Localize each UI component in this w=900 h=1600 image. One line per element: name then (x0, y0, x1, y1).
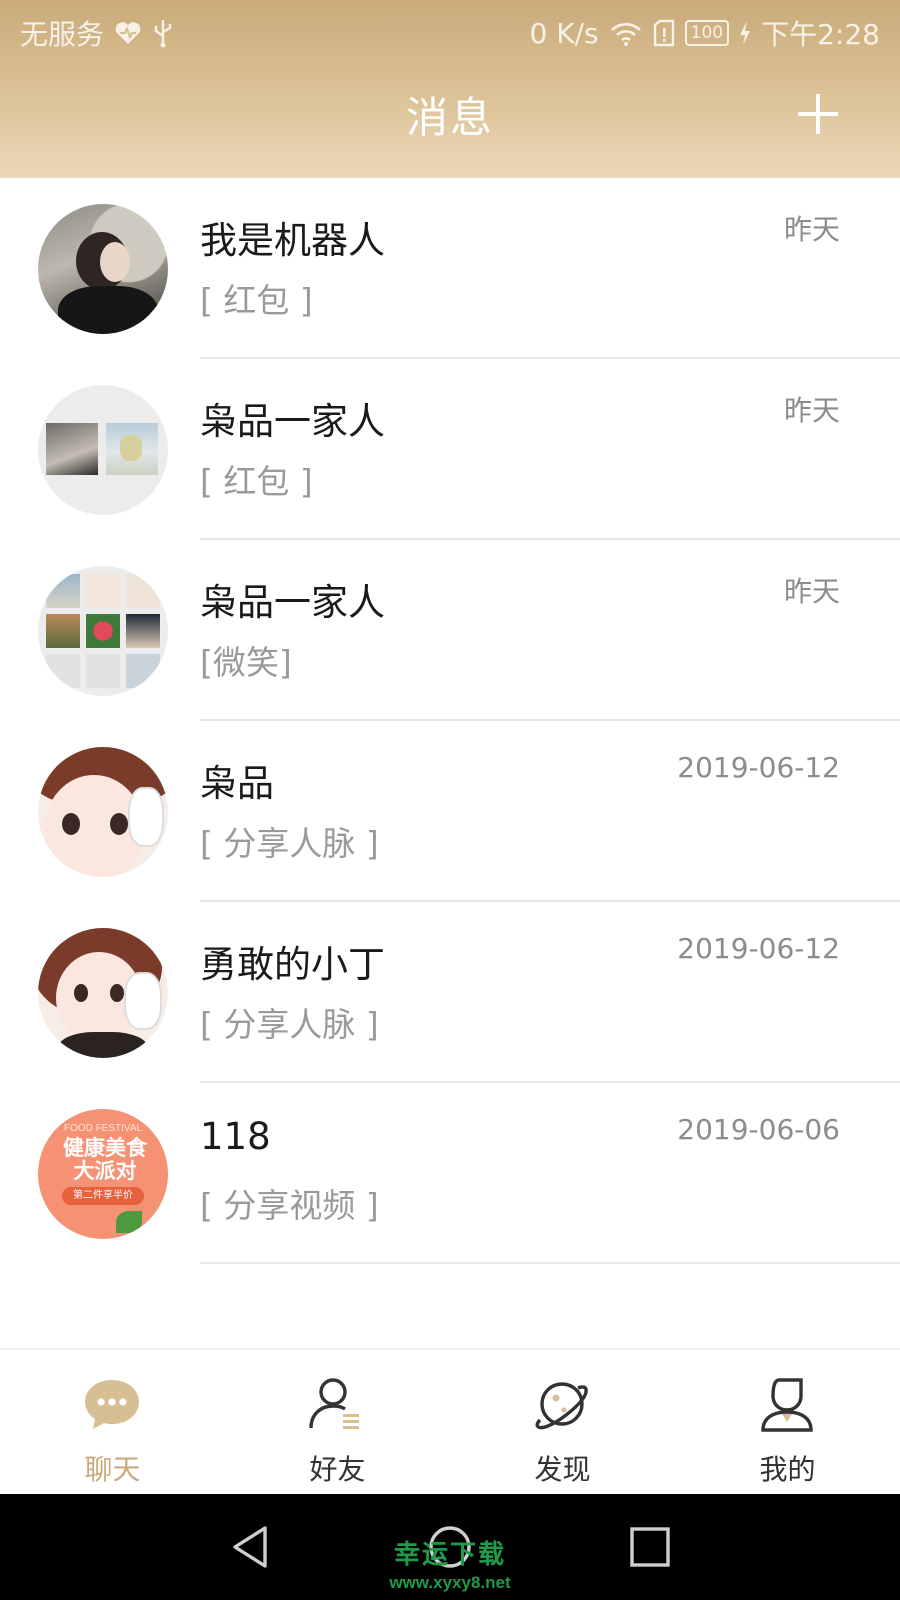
tab-label: 我的 (759, 1453, 816, 1486)
tab-friends[interactable]: 好友 (225, 1350, 450, 1496)
divider (200, 1262, 900, 1264)
tab-me[interactable]: 我的 (675, 1350, 900, 1496)
group-avatar-tile (46, 574, 80, 608)
avatar-cat-shape (128, 787, 164, 847)
conversation-row[interactable]: 枭品 [ 分享人脉 ] 2019-06-12 (0, 721, 900, 902)
tab-chat[interactable]: 聊天 (0, 1350, 225, 1496)
avatar-body-shape (58, 286, 158, 334)
avatar-eye-shape (110, 813, 128, 835)
conversation-row[interactable]: 枭品一家人 [ 红包 ] 昨天 (0, 359, 900, 540)
conversation-time: 昨天 (783, 575, 840, 608)
conversation-preview: [ 分享视频 ] (200, 1186, 379, 1225)
watermark-title: 幸运下载 (393, 1540, 506, 1570)
conversation-preview: [ 分享人脉 ] (200, 1005, 379, 1044)
conversation-list: 我是机器人 [ 红包 ] 昨天 枭品一家人 [ 红包 ] 昨天 枭品一家人 [微… (0, 178, 900, 1264)
conversation-time: 昨天 (783, 394, 840, 427)
conversation-time: 昨天 (783, 213, 840, 246)
avatar-big-text-line: 大派对 (73, 1159, 137, 1183)
network-speed: 0 K/s (529, 16, 599, 50)
conversation-name: 我是机器人 (200, 219, 385, 262)
tab-label: 好友 (309, 1453, 366, 1486)
conversation-row[interactable]: FOOD FESTIVAL 健康美食 大派对 第二件享半价 118 [ 分享视频… (0, 1083, 900, 1264)
usb-icon (152, 18, 174, 48)
status-bar-left: 无服务 (20, 13, 174, 53)
conversation-time: 2019-06-12 (677, 751, 840, 784)
avatar-cat-shape (124, 972, 162, 1030)
conversation-row[interactable]: 我是机器人 [ 红包 ] 昨天 (0, 178, 900, 359)
avatar-eye-shape (62, 813, 80, 835)
tab-discover[interactable]: 发现 (450, 1350, 675, 1496)
group-avatar-tile (46, 614, 80, 648)
avatar-eye-shape (74, 984, 88, 1002)
leaf-icon (116, 1211, 142, 1233)
clock: 下午2:28 (761, 18, 880, 51)
profile-icon (757, 1376, 817, 1432)
avatar-face-shape (100, 242, 130, 282)
avatar: FOOD FESTIVAL 健康美食 大派对 第二件享半价 (38, 1109, 168, 1239)
group-avatar-tile (86, 614, 120, 648)
conversation-preview: [ 分享人脉 ] (200, 824, 379, 863)
avatar (38, 204, 168, 334)
group-avatar-tile (86, 574, 120, 608)
back-triangle-icon[interactable] (225, 1522, 275, 1572)
group-avatar-tile (46, 423, 98, 475)
friends-icon (307, 1376, 367, 1432)
group-avatar-tile (86, 654, 120, 688)
status-bar-right: 0 K/s 100 下午2:28 (530, 13, 880, 53)
avatar (38, 928, 168, 1058)
recents-square-icon[interactable] (625, 1522, 675, 1572)
group-avatar-tile (106, 423, 158, 475)
watermark-url: www.xyxy8.net (389, 1573, 511, 1592)
sim-icon (653, 19, 675, 47)
avatar-big-text-line: 健康美食 (63, 1136, 147, 1160)
planet-icon (532, 1376, 592, 1432)
conversation-time: 2019-06-06 (677, 1113, 840, 1146)
conversation-name: 枭品一家人 (200, 581, 385, 624)
chat-bubble-icon (82, 1376, 142, 1432)
avatar (38, 747, 168, 877)
conversation-name: 118 (200, 1115, 271, 1158)
plus-icon[interactable] (798, 94, 838, 134)
avatar-eye-shape (110, 984, 124, 1002)
status-bar: 无服务 0 K/s 100 下午2:28 (0, 0, 900, 62)
conversation-name: 勇敢的小丁 (200, 943, 385, 986)
page-title: 消息 (405, 93, 494, 142)
battery-icon: 100 (684, 20, 730, 46)
group-avatar-tile (46, 654, 80, 688)
conversation-preview: [ 红包 ] (200, 281, 313, 320)
heart-icon (114, 20, 142, 46)
group-avatar (38, 566, 168, 696)
group-avatar (38, 385, 168, 515)
avatar-badge-text: 第二件享半价 (62, 1187, 144, 1205)
watermark: 幸运下载 www.xyxy8.net (330, 1534, 570, 1593)
header: 无服务 0 K/s 100 下午2:28 消息 (0, 0, 900, 178)
carrier-text: 无服务 (20, 18, 105, 51)
conversation-preview: [ 红包 ] (200, 462, 313, 501)
avatar-big-text: 健康美食 大派对 (46, 1137, 164, 1183)
group-avatar-tile (126, 574, 160, 608)
group-avatar-tile (126, 654, 160, 688)
tab-label: 发现 (534, 1453, 591, 1486)
bottom-tab-bar: 聊天 好友 发现 我的 (0, 1348, 900, 1494)
conversation-row[interactable]: 枭品一家人 [微笑] 昨天 (0, 540, 900, 721)
conversation-name: 枭品一家人 (200, 400, 385, 443)
wifi-icon (609, 19, 643, 47)
group-avatar-tile (126, 614, 160, 648)
conversation-preview: [微笑] (200, 643, 292, 682)
charging-icon (739, 21, 751, 45)
conversation-time: 2019-06-12 (677, 932, 840, 965)
tab-label: 聊天 (84, 1453, 141, 1486)
avatar-small-text: FOOD FESTIVAL (63, 1123, 143, 1134)
avatar-shirt-shape (58, 1032, 148, 1058)
conversation-row[interactable]: 勇敢的小丁 [ 分享人脉 ] 2019-06-12 (0, 902, 900, 1083)
conversation-name: 枭品 (200, 762, 274, 805)
